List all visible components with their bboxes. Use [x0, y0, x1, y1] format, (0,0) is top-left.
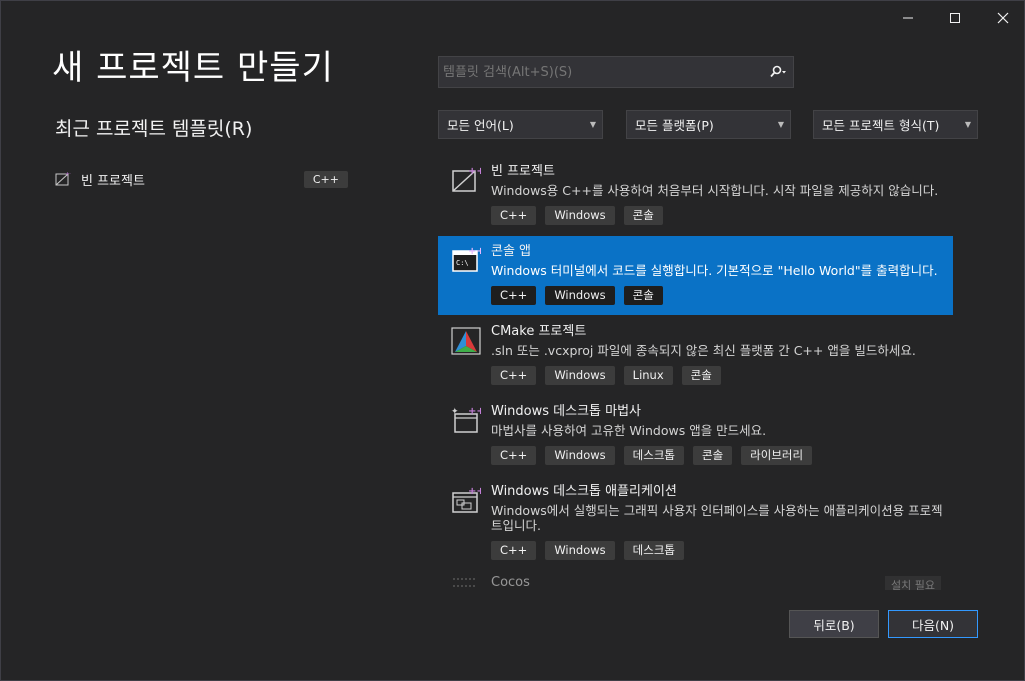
- template-description: .sln 또는 .vcxproj 파일에 종속되지 않은 최신 플랫폼 간 C+…: [491, 343, 916, 358]
- template-item-windows-desktop-wizard[interactable]: ✦ ++ Windows 데스크톱 마법사 마법사를 사용하여 고유한 Wind…: [438, 396, 953, 475]
- search-button[interactable]: [763, 57, 793, 87]
- page-title: 새 프로젝트 만들기: [52, 48, 334, 88]
- project-type-filter-dropdown[interactable]: 모든 프로젝트 형식(T) ▼: [813, 110, 978, 139]
- svg-text:++: ++: [468, 406, 481, 417]
- language-filter-value: 모든 언어(L): [447, 118, 514, 133]
- recent-item-empty-project[interactable]: ++ 빈 프로젝트 C++: [55, 168, 348, 190]
- template-name: Windows 데스크톱 애플리케이션: [491, 484, 677, 499]
- svg-text:++: ++: [468, 486, 481, 497]
- template-item-cocos[interactable]: Cocos 설치 필요: [438, 570, 953, 590]
- install-required-badge: 설치 필요: [885, 576, 941, 590]
- svg-text:++: ++: [468, 246, 481, 257]
- template-tag: C++: [491, 206, 537, 225]
- template-name: 빈 프로젝트: [491, 164, 555, 179]
- minimize-icon: [903, 17, 913, 19]
- template-tag: C++: [491, 541, 537, 560]
- empty-project-icon: ++: [55, 171, 71, 186]
- maximize-button[interactable]: [940, 8, 970, 28]
- template-tag: Windows: [545, 541, 615, 560]
- search-input[interactable]: [439, 63, 763, 81]
- template-name: Cocos: [491, 575, 530, 590]
- template-name: 콘솔 앱: [491, 244, 532, 259]
- template-tag: C++: [491, 286, 537, 305]
- template-tag: 콘솔: [623, 286, 663, 305]
- template-tag: 라이브러리: [741, 446, 813, 465]
- chevron-down-icon: ▼: [964, 120, 972, 129]
- maximize-icon: [950, 13, 960, 23]
- platform-filter-value: 모든 플랫폼(P): [635, 118, 714, 133]
- template-tag: 콘솔: [623, 206, 663, 225]
- template-tag: C++: [491, 446, 537, 465]
- cocos-icon: [453, 578, 477, 587]
- template-list[interactable]: ++ 빈 프로젝트 Windows용 C++를 사용하여 처음부터 시작합니다.…: [438, 156, 953, 590]
- template-description: Windows 터미널에서 코드를 실행합니다. 기본적으로 "Hello Wo…: [491, 263, 938, 278]
- template-tag: C++: [491, 366, 537, 385]
- recent-item-label: 빈 프로젝트: [81, 173, 145, 189]
- close-button[interactable]: [988, 8, 1018, 28]
- template-description: Windows에서 실행되는 그래픽 사용자 인터페이스를 사용하는 애플리케이…: [491, 503, 943, 533]
- recent-item-tag: C++: [303, 170, 348, 188]
- svg-text:✦: ✦: [451, 407, 459, 417]
- template-search[interactable]: [438, 56, 794, 88]
- template-tag: Windows: [545, 366, 615, 385]
- cmake-icon: [451, 327, 481, 355]
- back-button[interactable]: 뒤로(B): [789, 610, 879, 638]
- template-tag: 콘솔: [681, 366, 721, 385]
- wizard-icon: ✦ ++: [451, 406, 481, 433]
- language-filter-dropdown[interactable]: 모든 언어(L) ▼: [438, 110, 603, 139]
- template-name: CMake 프로젝트: [491, 324, 587, 339]
- template-name: Windows 데스크톱 마법사: [491, 404, 642, 419]
- recent-templates-heading: 최근 프로젝트 템플릿(R): [55, 118, 253, 140]
- platform-filter-dropdown[interactable]: 모든 플랫폼(P) ▼: [626, 110, 791, 139]
- search-icon: [770, 65, 786, 78]
- template-tag: 데스크톱: [623, 446, 684, 465]
- svg-text:++: ++: [65, 171, 71, 178]
- template-item-cmake-project[interactable]: CMake 프로젝트 .sln 또는 .vcxproj 파일에 종속되지 않은 …: [438, 316, 953, 395]
- svg-text:C:\: C:\: [456, 259, 469, 267]
- chevron-down-icon: ▼: [589, 120, 597, 129]
- template-tag: Linux: [623, 366, 673, 385]
- template-item-windows-desktop-application[interactable]: ++ Windows 데스크톱 애플리케이션 Windows에서 실행되는 그래…: [438, 476, 953, 570]
- chevron-down-icon: ▼: [777, 120, 785, 129]
- template-description: 마법사를 사용하여 고유한 Windows 앱을 만드세요.: [491, 423, 767, 438]
- console-app-icon: C:\ ++: [452, 246, 481, 272]
- template-description: Windows용 C++를 사용하여 처음부터 시작합니다. 시작 파일을 제공…: [491, 183, 939, 198]
- desktop-app-icon: ++: [452, 486, 481, 513]
- empty-project-icon: ++: [452, 166, 481, 192]
- template-tag: 콘솔: [692, 446, 733, 465]
- template-tag: Windows: [545, 446, 615, 465]
- next-button[interactable]: 다음(N): [888, 610, 978, 638]
- template-item-empty-project[interactable]: ++ 빈 프로젝트 Windows용 C++를 사용하여 처음부터 시작합니다.…: [438, 156, 953, 235]
- project-type-filter-value: 모든 프로젝트 형식(T): [822, 118, 940, 133]
- template-tag: 데스크톱: [623, 541, 684, 560]
- close-icon: [997, 12, 1009, 24]
- minimize-button[interactable]: [893, 8, 923, 28]
- svg-text:++: ++: [468, 166, 481, 177]
- template-tag: Windows: [545, 286, 615, 305]
- template-item-console-app[interactable]: C:\ ++ 콘솔 앱 Windows 터미널에서 코드를 실행합니다. 기본적…: [438, 236, 953, 315]
- template-tag: Windows: [545, 206, 615, 225]
